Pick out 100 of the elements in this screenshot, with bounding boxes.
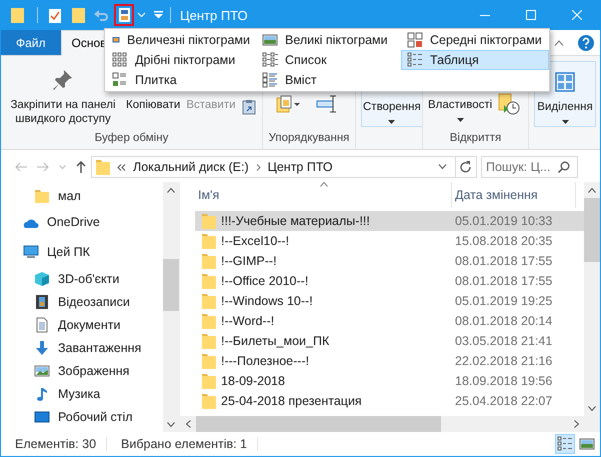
file-row[interactable]: !---Полезное---! 22.02.2018 21:16 <box>195 351 584 371</box>
file-row[interactable]: !!!-Учебные материалы-!!! 05.01.2019 10:33 <box>195 211 584 231</box>
modified-date: 05.01.2019 19:25 <box>454 294 552 308</box>
menu-item[interactable]: Таблиця <box>401 50 549 70</box>
scrollbar[interactable] <box>584 182 600 416</box>
select-all-icon <box>555 72 575 92</box>
desktop-icon <box>34 408 50 424</box>
scrollbar[interactable] <box>163 182 179 432</box>
file-row[interactable]: !--GIMP--! 08.01.2018 17:55 <box>195 251 584 271</box>
file-name: !--Билеты_мои_ПК <box>221 334 330 348</box>
folder-icon <box>202 253 216 269</box>
nav-item[interactable]: OneDrive <box>1 207 163 237</box>
file-row[interactable]: !--Word--! 08.01.2018 20:14 <box>195 311 584 331</box>
customize-arrow-icon[interactable] <box>154 11 163 19</box>
modified-date: 08.01.2018 20:14 <box>454 314 552 328</box>
nav-item[interactable]: Зображення <box>1 359 163 382</box>
view-icon <box>262 72 278 88</box>
ribbon-tab[interactable]: Файл <box>1 30 61 55</box>
nav-label: Відеозаписи <box>58 294 130 308</box>
breadcrumb-separator-icon[interactable] <box>256 164 261 170</box>
group-label: Упорядкування <box>268 132 350 144</box>
nav-item[interactable]: Робочий стіл <box>1 405 163 428</box>
properties-icon[interactable] <box>49 8 61 22</box>
minimize-icon <box>480 14 490 16</box>
folder-icon <box>34 188 50 204</box>
view-icon <box>407 32 423 48</box>
menu-item-label: Дрібні піктограми <box>135 53 236 67</box>
scroll-left-icon[interactable] <box>186 420 190 428</box>
paste-shortcut-button[interactable] <box>240 97 258 117</box>
file-name: 25-04-2018 презентация <box>221 394 362 408</box>
nav-item[interactable]: Відеозаписи <box>1 290 163 313</box>
view-icon[interactable] <box>118 8 130 22</box>
film-icon <box>34 294 50 310</box>
view-icon <box>407 52 423 68</box>
file-row[interactable]: 25-04-2018 презентация 25.04.2018 22:07 <box>195 391 584 411</box>
window-title: Центр ПТО <box>180 8 249 22</box>
scrollbar-thumb[interactable] <box>163 259 179 311</box>
menu-item-label: Величезні піктограми <box>127 33 250 47</box>
group-label: Відкриття <box>450 132 502 144</box>
scroll-up-icon[interactable] <box>588 188 596 192</box>
help-icon[interactable] <box>578 34 594 50</box>
nav-label: Зображення <box>58 364 130 378</box>
modified-date: 15.08.2018 20:35 <box>454 234 552 248</box>
scroll-down-icon[interactable] <box>167 422 175 426</box>
file-row[interactable]: !--Билеты_мои_ПК 03.05.2018 21:41 <box>195 331 584 351</box>
folder-icon <box>202 393 216 409</box>
modified-date: 25.04.2018 22:07 <box>454 394 552 408</box>
pc-icon <box>23 244 39 260</box>
menu-item[interactable]: Великі піктограми <box>256 30 401 50</box>
nav-item[interactable]: мал <box>1 184 163 207</box>
column-header[interactable]: Дата змінення <box>452 182 576 208</box>
refresh-icon[interactable] <box>460 160 472 174</box>
nav-item[interactable]: Документи <box>1 313 163 336</box>
overflow-chevron-icon[interactable] <box>117 164 126 170</box>
collapse-ribbon-icon[interactable] <box>554 40 564 46</box>
breadcrumb[interactable]: Локальний диск (E:) <box>133 160 249 174</box>
nav-label: Музика <box>58 386 100 400</box>
chevron-down-icon[interactable] <box>137 12 146 18</box>
breadcrumb[interactable]: Центр ПТО <box>268 160 333 174</box>
folder-icon[interactable] <box>10 7 24 23</box>
scroll-up-icon[interactable] <box>167 188 175 192</box>
menu-item-label: Таблиця <box>430 53 479 67</box>
menu-item-label: Середні піктограми <box>430 33 542 47</box>
history-button[interactable] <box>496 91 522 117</box>
address-bar[interactable]: Локальний диск (E:) Центр ПТО <box>91 156 477 178</box>
menu-item[interactable]: Середні піктограми <box>401 30 549 50</box>
maximize-icon <box>526 10 536 20</box>
file-name: 18-09-2018 <box>221 374 285 388</box>
caret-icon <box>456 118 464 122</box>
folder-icon <box>202 333 216 349</box>
file-name: !--GIMP--! <box>221 254 277 268</box>
scroll-right-icon[interactable] <box>574 420 578 428</box>
file-name: !!!-Учебные материалы-!!! <box>221 214 370 228</box>
file-name: !--Windows 10--! <box>221 294 313 308</box>
move-to-icon <box>276 95 302 113</box>
up-arrow-icon[interactable] <box>76 161 86 173</box>
folder-icon <box>202 273 216 289</box>
file-row[interactable]: !--Office 2010--! 08.01.2018 17:55 <box>195 271 584 291</box>
scrollbar-thumb[interactable] <box>196 416 441 432</box>
nav-item[interactable]: Цей ПК <box>1 237 163 267</box>
nav-label: мал <box>58 188 81 202</box>
search-field[interactable]: Пошук: Ц... <box>481 156 578 178</box>
file-row[interactable]: !--Windows 10--! 05.01.2019 19:25 <box>195 291 584 311</box>
cube-icon <box>34 270 50 286</box>
file-name: !--Excel10--! <box>221 234 290 248</box>
file-row[interactable]: !--Excel10--! 15.08.2018 20:35 <box>195 231 584 251</box>
scrollbar[interactable] <box>180 416 600 432</box>
view-toggle-button[interactable] <box>555 434 575 454</box>
nav-item[interactable]: 3D-об'єкти <box>1 267 163 290</box>
scroll-down-icon[interactable] <box>588 406 596 410</box>
nav-item[interactable]: Музика <box>1 382 163 405</box>
nav-label: Завантаження <box>58 340 142 354</box>
file-row[interactable]: 18-09-2018 18.09.2018 19:56 <box>195 371 584 391</box>
scrollbar-thumb[interactable] <box>584 198 600 262</box>
folder-icon[interactable] <box>72 7 84 23</box>
details-view-icon <box>557 436 573 452</box>
view-icon <box>262 52 278 68</box>
nav-item[interactable]: Завантаження <box>1 336 163 359</box>
group-label: Буфер обміну <box>94 132 168 144</box>
music-icon <box>34 386 50 402</box>
